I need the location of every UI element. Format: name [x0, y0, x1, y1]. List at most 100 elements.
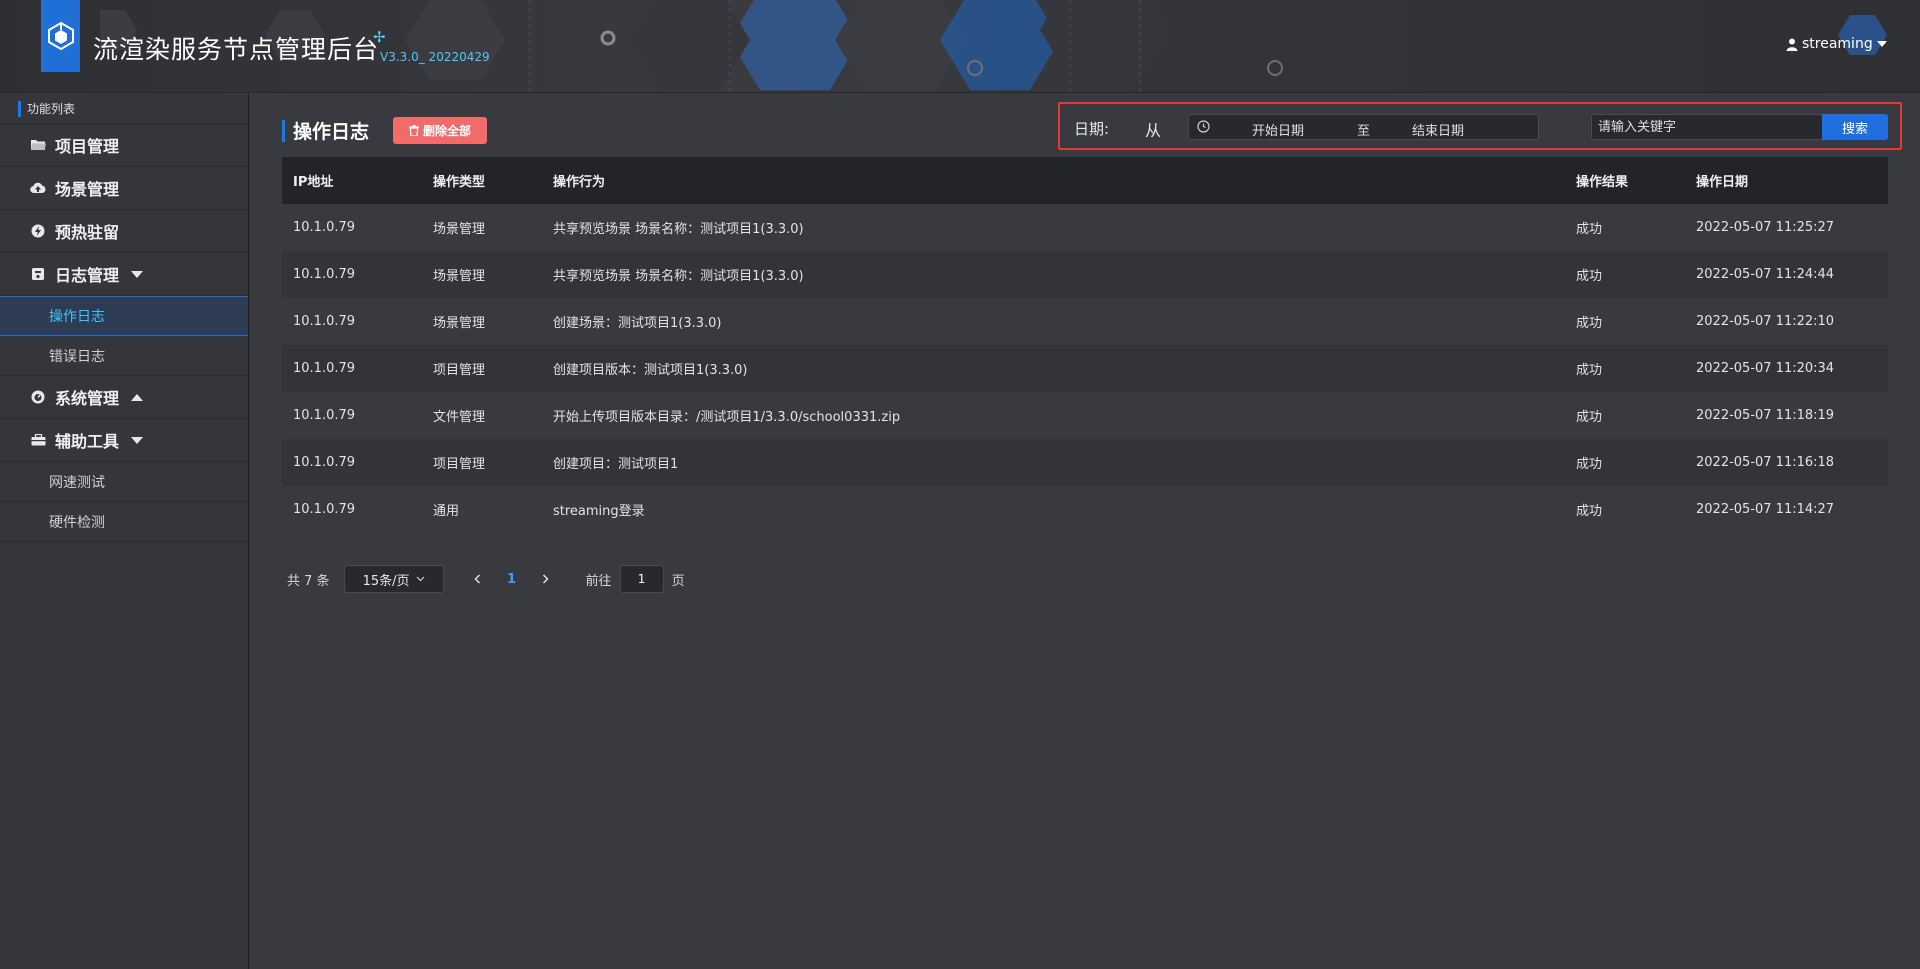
bolt-icon [30, 223, 46, 239]
cell-ip: 10.1.0.79 [293, 220, 356, 235]
cell-date: 2022-05-07 11:14:27 [1696, 502, 1835, 517]
sidebar-item-scene[interactable]: 场景管理 [0, 167, 248, 210]
cell-date: 2022-05-07 11:16:18 [1696, 455, 1835, 470]
next-page-button[interactable] [532, 565, 560, 593]
sidebar-title: 功能列表 [0, 93, 248, 124]
cell-ip: 10.1.0.79 [293, 408, 356, 423]
cell-type: 通用 [433, 504, 460, 519]
goto-page-input[interactable] [619, 565, 664, 593]
user-name: streaming [1802, 36, 1873, 52]
sidebar-item-system[interactable]: 系统管理 [0, 376, 248, 419]
cell-action: 开始上传项目版本目录：/测试项目1/3.3.0/school0331.zip [553, 410, 901, 425]
cell-action: 创建场景：测试项目1(3.3.0) [553, 316, 722, 331]
table-row[interactable]: 10.1.0.79 场景管理 创建场景：测试项目1(3.3.0) 成功 2022… [282, 298, 1888, 345]
table-row[interactable]: 10.1.0.79 项目管理 创建项目版本：测试项目1(3.3.0) 成功 20… [282, 345, 1888, 392]
search-input[interactable] [1591, 114, 1822, 140]
table-body: 10.1.0.79 场景管理 共享预览场景 场景名称：测试项目1(3.3.0) … [282, 204, 1888, 533]
sidebar-subitem-operation-log[interactable]: 操作日志 [0, 296, 248, 336]
cell-result: 成功 [1576, 363, 1603, 378]
sidebar-item-label: 辅助工具 [55, 432, 120, 451]
cell-result: 成功 [1576, 457, 1603, 472]
table-row[interactable]: 10.1.0.79 文件管理 开始上传项目版本目录：/测试项目1/3.3.0/s… [282, 392, 1888, 439]
caret-down-icon [131, 436, 144, 444]
sidebar-item-label: 预热驻留 [55, 223, 120, 242]
pagination: 共 7 条 15条/页 1 前往 页 [287, 565, 685, 593]
end-date-input[interactable]: 结束日期 [1412, 120, 1464, 139]
user-menu[interactable]: streaming [1786, 36, 1887, 52]
cell-action: 共享预览场景 场景名称：测试项目1(3.3.0) [553, 222, 804, 237]
trash-icon [408, 125, 419, 136]
delete-all-label: 删除全部 [422, 124, 471, 138]
cell-result: 成功 [1576, 410, 1603, 425]
cell-type: 项目管理 [433, 457, 486, 472]
app-logo [41, 0, 80, 72]
sidebar-subitem-error-log[interactable]: 错误日志 [0, 336, 248, 376]
start-date-input[interactable]: 开始日期 [1252, 120, 1304, 139]
main-content: 操作日志 删除全部 日期: 从 开始日期 至 结束日期 搜索 IP地址 操作类型… [250, 93, 1920, 969]
table-row[interactable]: 10.1.0.79 场景管理 共享预览场景 场景名称：测试项目1(3.3.0) … [282, 204, 1888, 251]
caret-up-icon [131, 393, 144, 401]
toolbox-icon [30, 432, 46, 448]
goto-label: 前往 [585, 573, 612, 589]
cell-date: 2022-05-07 11:24:44 [1696, 267, 1835, 282]
cell-ip: 10.1.0.79 [293, 314, 356, 329]
cell-result: 成功 [1576, 316, 1603, 331]
log-table: IP地址 操作类型 操作行为 操作结果 操作日期 10.1.0.79 场景管理 … [282, 157, 1888, 533]
sidebar-item-label: 项目管理 [55, 137, 120, 156]
sidebar-subitem-speed-test[interactable]: 网速测试 [0, 462, 248, 502]
column-header-ip[interactable]: IP地址 [282, 171, 422, 190]
date-range-picker[interactable]: 开始日期 至 结束日期 [1188, 114, 1539, 140]
cell-type: 场景管理 [433, 222, 486, 237]
app-title: 流渲染服务节点管理后台 [93, 35, 380, 64]
page-number[interactable]: 1 [492, 572, 532, 587]
page-size-select[interactable]: 15条/页 [343, 565, 444, 593]
sidebar-item-preheat[interactable]: 预热驻留 [0, 210, 248, 253]
cell-result: 成功 [1576, 222, 1603, 237]
prev-page-button[interactable] [464, 565, 492, 593]
table-row[interactable]: 10.1.0.79 场景管理 共享预览场景 场景名称：测试项目1(3.3.0) … [282, 251, 1888, 298]
table-row[interactable]: 10.1.0.79 通用 streaming登录 成功 2022-05-07 1… [282, 486, 1888, 533]
app-version: V3.3.0_ 20220429 [380, 50, 490, 64]
sidebar-item-log[interactable]: 日志管理 [0, 253, 248, 296]
header-hex-background [600, 0, 1887, 92]
cell-ip: 10.1.0.79 [293, 361, 356, 376]
chevron-left-icon [474, 574, 481, 584]
cell-date: 2022-05-07 11:22:10 [1696, 314, 1835, 329]
search-button[interactable]: 搜索 [1822, 114, 1888, 140]
cell-result: 成功 [1576, 504, 1603, 519]
table-row[interactable]: 10.1.0.79 项目管理 创建项目：测试项目1 成功 2022-05-07 … [282, 439, 1888, 486]
column-header-result[interactable]: 操作结果 [1565, 171, 1685, 190]
cell-type: 文件管理 [433, 410, 486, 425]
sidebar-item-label: 系统管理 [55, 389, 120, 408]
sidebar-subitem-hardware-check[interactable]: 硬件检测 [0, 502, 248, 542]
page-suffix: 页 [671, 573, 685, 589]
column-header-action[interactable]: 操作行为 [542, 171, 1565, 190]
date-label: 日期: [1074, 120, 1110, 138]
cell-type: 项目管理 [433, 363, 486, 378]
cell-type: 场景管理 [433, 316, 486, 331]
cell-ip: 10.1.0.79 [293, 455, 356, 470]
table-header: IP地址 操作类型 操作行为 操作结果 操作日期 [282, 157, 1888, 204]
page-size-value: 15条/页 [362, 573, 410, 589]
sidebar-item-tools[interactable]: 辅助工具 [0, 419, 248, 462]
user-icon [1786, 38, 1798, 51]
chevron-right-icon [543, 574, 549, 584]
chevron-down-icon [416, 576, 424, 582]
page-title: 操作日志 [293, 121, 370, 143]
cloud-icon [30, 180, 46, 196]
column-header-date[interactable]: 操作日期 [1685, 171, 1888, 190]
page-title-accent [282, 119, 285, 142]
cell-date: 2022-05-07 11:18:19 [1696, 408, 1835, 423]
sparkle-icon: ✢ [373, 28, 386, 46]
sidebar: 功能列表 项目管理 场景管理 预热驻留 日志管理 操作日志 错误日志 系统管理 … [0, 93, 249, 969]
app-header: 流渲染服务节点管理后台 ✢ V3.3.0_ 20220429 streaming [0, 0, 1920, 93]
cell-action: 创建项目版本：测试项目1(3.3.0) [553, 363, 748, 378]
filter-bar: 日期: 从 开始日期 至 结束日期 搜索 [1058, 102, 1902, 150]
sidebar-item-project[interactable]: 项目管理 [0, 124, 248, 167]
sidebar-title-label: 功能列表 [27, 101, 76, 116]
gauge-icon [30, 389, 46, 405]
cell-ip: 10.1.0.79 [293, 267, 356, 282]
column-header-type[interactable]: 操作类型 [422, 171, 542, 190]
delete-all-button[interactable]: 删除全部 [393, 117, 487, 144]
sidebar-item-label: 场景管理 [55, 180, 120, 199]
